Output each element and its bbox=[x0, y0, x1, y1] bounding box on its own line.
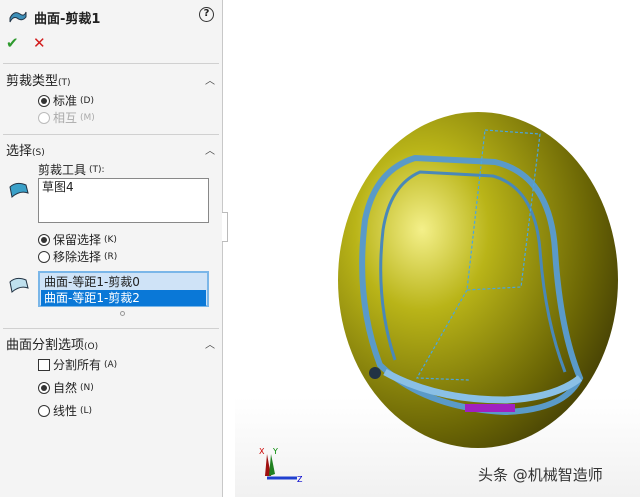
list-item[interactable]: 曲面-等距1-剪裁0 bbox=[41, 274, 206, 290]
trim-tool-label: 剪裁工具 (T): bbox=[38, 163, 105, 177]
feature-title: 曲面-剪裁1 bbox=[34, 12, 101, 27]
section-split-options[interactable]: 曲面分割选项(O) bbox=[6, 334, 98, 353]
resize-handle[interactable] bbox=[120, 311, 125, 316]
cancel-button[interactable]: ✕ bbox=[33, 34, 46, 52]
graphics-area[interactable]: XY Z 头条 @机械智造师 bbox=[235, 0, 640, 497]
surface-list[interactable]: 曲面-等距1-剪裁0 曲面-等距1-剪裁2 bbox=[38, 271, 209, 307]
trim-tool-field[interactable]: 草图4 bbox=[38, 178, 209, 223]
surface-trim-icon bbox=[9, 11, 27, 23]
checkbox-split-all[interactable]: 分割所有 (A) bbox=[38, 356, 117, 373]
svg-text:Z: Z bbox=[297, 475, 303, 484]
radio-linear[interactable]: 线性 (L) bbox=[38, 402, 92, 419]
surface-icon bbox=[9, 277, 29, 293]
ok-button[interactable]: ✔ bbox=[6, 34, 19, 52]
panel-splitter[interactable] bbox=[222, 0, 235, 497]
chevron-up-icon[interactable]: ︿ bbox=[205, 336, 215, 351]
divider bbox=[3, 63, 219, 64]
property-manager: 曲面-剪裁1 ? ✔ ✕ 剪裁类型(T) ︿ 标准 (D) 相互 (M) 选择(S)… bbox=[0, 0, 223, 497]
watermark: 头条 @机械智造师 bbox=[478, 466, 603, 484]
axis-triad: X Y Z bbox=[259, 447, 303, 484]
help-icon[interactable]: ? bbox=[199, 7, 214, 22]
divider bbox=[3, 328, 219, 329]
helmet-model bbox=[338, 112, 618, 448]
chevron-up-icon[interactable]: ︿ bbox=[205, 72, 215, 87]
section-trim-type[interactable]: 剪裁类型(T) bbox=[6, 70, 71, 89]
divider bbox=[3, 134, 219, 135]
radio-natural[interactable]: 自然 (N) bbox=[38, 379, 94, 396]
radio-keep-selection[interactable]: 保留选择 (K) bbox=[38, 231, 117, 248]
radio-standard[interactable]: 标准 (D) bbox=[38, 92, 94, 109]
svg-text:Y: Y bbox=[272, 447, 278, 456]
section-selection[interactable]: 选择(S) bbox=[6, 140, 45, 159]
radio-remove-selection[interactable]: 移除选择 (R) bbox=[38, 248, 117, 265]
chevron-up-icon[interactable]: ︿ bbox=[205, 142, 215, 157]
trim-tool-icon bbox=[9, 182, 29, 198]
radio-mutual: 相互 (M) bbox=[38, 109, 95, 126]
svg-text:X: X bbox=[259, 447, 265, 456]
list-item[interactable]: 曲面-等距1-剪裁2 bbox=[41, 290, 206, 306]
